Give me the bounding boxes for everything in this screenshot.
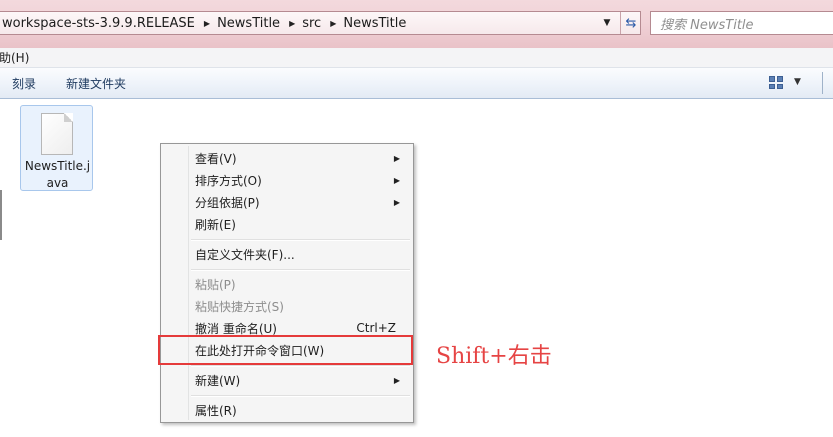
breadcrumb-src[interactable]: src [299, 16, 327, 31]
menu-item-group[interactable]: 分组依据(P) ▶ [195, 191, 405, 213]
menu-separator [191, 365, 410, 367]
submenu-arrow-icon: ▶ [393, 375, 400, 385]
menu-item-label: 撤消 重命名(U) [195, 321, 277, 336]
submenu-arrow-icon: ▶ [393, 175, 400, 185]
address-bar[interactable]: workspace-sts-3.9.9.RELEASE ▶ NewsTitle … [0, 11, 641, 35]
menu-item-label: 排序方式(O) [195, 173, 262, 188]
view-dropdown-icon[interactable]: ▼ [794, 77, 801, 87]
menu-item-shortcut: Ctrl+Z [356, 321, 396, 335]
menu-item-view[interactable]: 查看(V) ▶ [195, 147, 405, 169]
toolbar: 刻录 新建文件夹 ▼ [0, 68, 833, 99]
menu-item-paste[interactable]: 粘贴(P) [195, 273, 405, 295]
menu-item-sort[interactable]: 排序方式(O) ▶ [195, 169, 405, 191]
file-item[interactable]: NewsTitle.java [20, 105, 93, 191]
menu-item-new[interactable]: 新建(W) ▶ [195, 369, 405, 391]
address-history-dropdown-icon[interactable]: ▼ [598, 12, 616, 34]
menu-item-label: 粘贴(P) [195, 277, 236, 292]
menu-item-customize-folder[interactable]: 自定义文件夹(F)... [195, 243, 405, 265]
submenu-arrow-icon: ▶ [393, 197, 400, 207]
menu-item-paste-shortcut[interactable]: 粘贴快捷方式(S) [195, 295, 405, 317]
search-placeholder: 搜索 NewsTitle [660, 17, 754, 33]
menu-item-label: 新建(W) [195, 373, 241, 388]
annotation-text: Shift+右击 [436, 344, 552, 369]
menu-separator [191, 239, 410, 241]
search-input[interactable]: 搜索 NewsTitle [650, 11, 833, 35]
menu-item-label: 刷新(E) [195, 217, 236, 232]
java-file-icon [41, 113, 73, 155]
refresh-icon[interactable]: ⇆ [620, 12, 641, 34]
breadcrumb-chevron-icon[interactable]: ▶ [201, 19, 214, 28]
menu-item-properties[interactable]: 属性(R) [195, 399, 405, 421]
menu-separator [191, 269, 410, 271]
file-name: NewsTitle.java [24, 159, 91, 190]
breadcrumb-newstitle-current[interactable]: NewsTitle [340, 16, 412, 31]
highlight-box [158, 335, 413, 365]
menu-item-label: 查看(V) [195, 151, 237, 166]
context-menu: 查看(V) ▶ 排序方式(O) ▶ 分组依据(P) ▶ 刷新(E) 自定义文件夹… [160, 143, 414, 423]
menu-separator [191, 395, 410, 397]
view-options-icon[interactable] [769, 76, 783, 89]
menu-item-refresh[interactable]: 刷新(E) [195, 213, 405, 235]
breadcrumb-chevron-icon[interactable]: ▶ [327, 19, 340, 28]
menu-item-label: 自定义文件夹(F)... [195, 247, 295, 262]
breadcrumb-chevron-icon[interactable]: ▶ [286, 19, 299, 28]
menu-item-label: 分组依据(P) [195, 195, 260, 210]
menu-item-label: 粘贴快捷方式(S) [195, 299, 284, 314]
toolbar-divider [822, 72, 823, 94]
menu-help[interactable]: 助(H) [0, 49, 29, 66]
breadcrumb-workspace[interactable]: workspace-sts-3.9.9.RELEASE [0, 16, 201, 31]
new-folder-button[interactable]: 新建文件夹 [66, 75, 126, 92]
breadcrumb-newstitle[interactable]: NewsTitle [214, 16, 286, 31]
address-bar-strip: workspace-sts-3.9.9.RELEASE ▶ NewsTitle … [0, 0, 833, 49]
menu-item-label: 属性(R) [195, 403, 237, 418]
navigation-pane-edge [0, 190, 2, 240]
submenu-arrow-icon: ▶ [393, 153, 400, 163]
menu-bar: 助(H) [0, 48, 833, 68]
burn-button[interactable]: 刻录 [12, 75, 36, 92]
